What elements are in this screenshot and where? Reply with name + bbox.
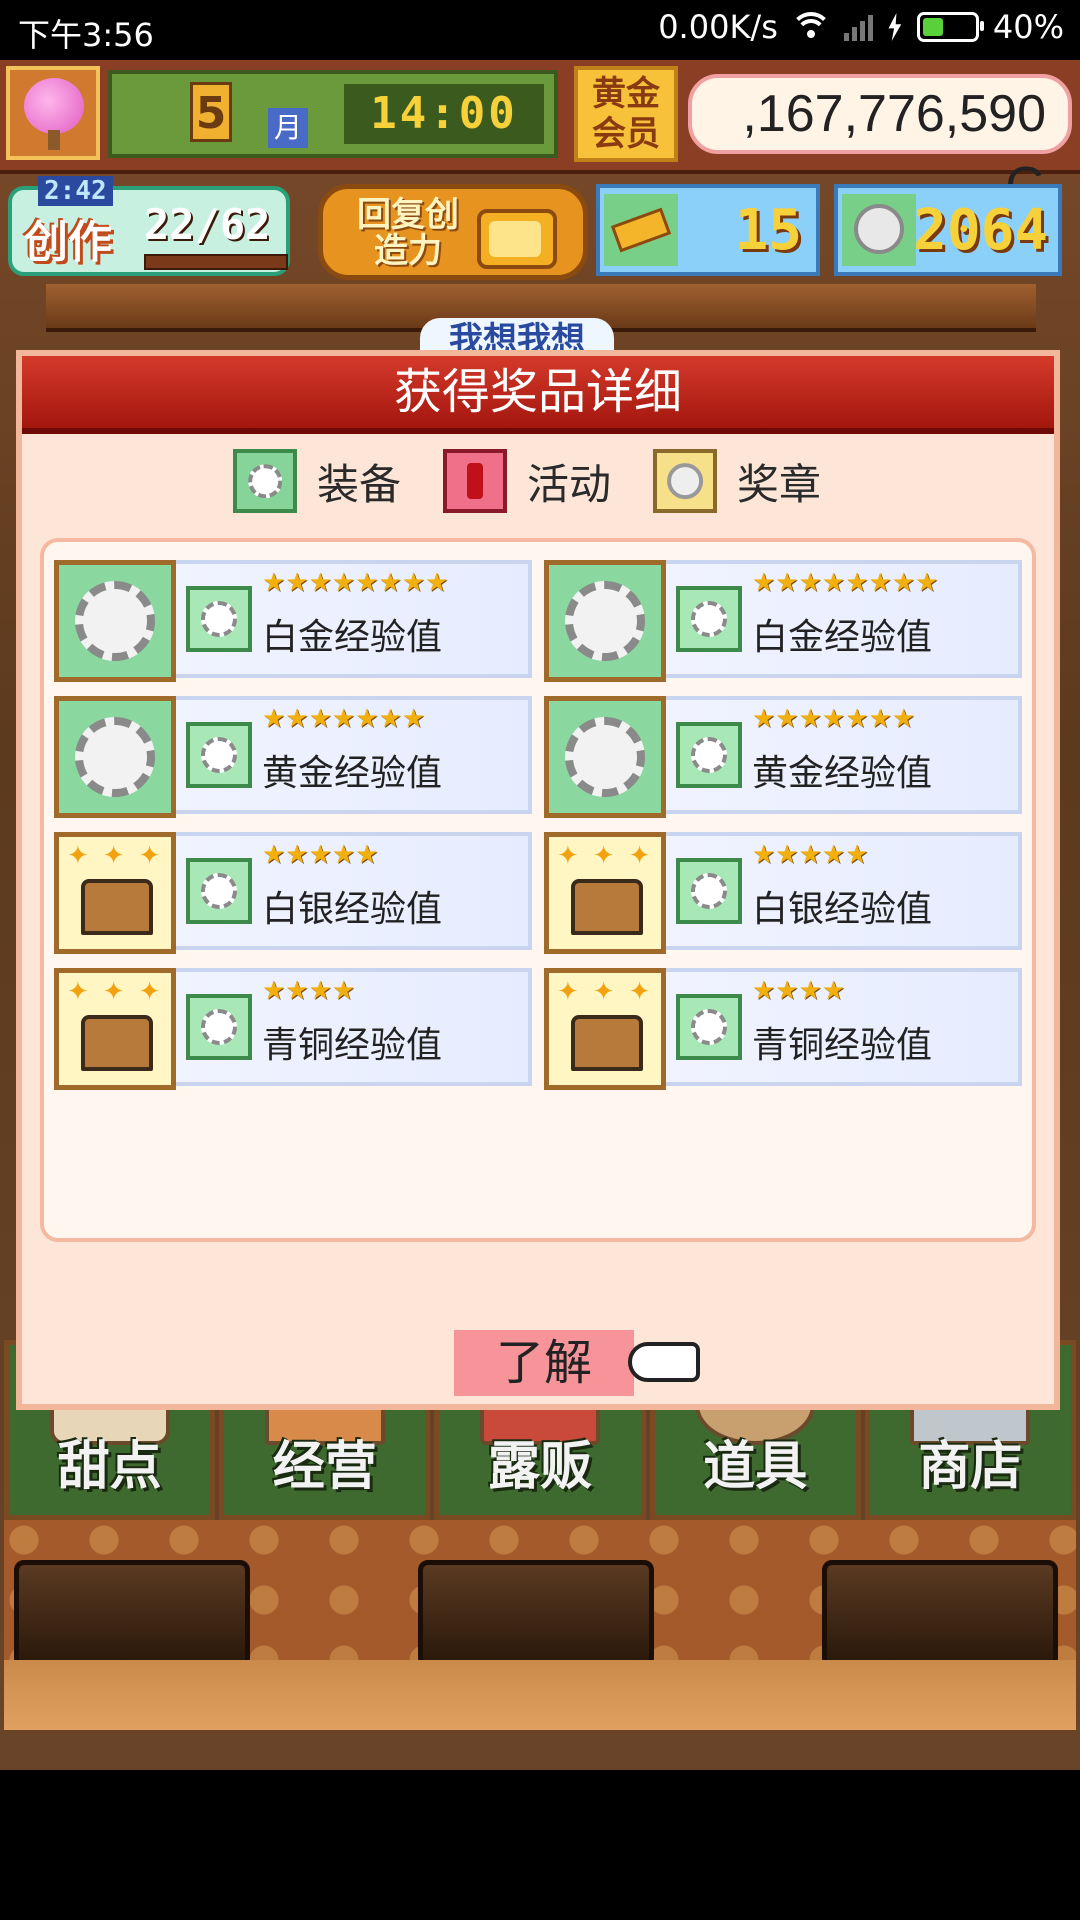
charging-icon: [888, 13, 902, 41]
create-count: 22/62: [144, 200, 271, 249]
medal-icon: [842, 194, 916, 266]
gear-icon: [186, 586, 252, 652]
gear-icon: [676, 586, 742, 652]
display-slot[interactable]: [822, 1560, 1058, 1668]
treasure-chest-icon: ✦✦✦: [54, 968, 176, 1090]
rarity-stars: ★★★★★: [752, 840, 869, 870]
list-item[interactable]: ✦✦✦ ★★★★★ 白银经验值: [544, 832, 1022, 954]
list-item[interactable]: ★★★★★★★★ 白金经验值: [544, 560, 1022, 682]
list-item[interactable]: ✦✦✦ ★★★★★ 白银经验值: [54, 832, 532, 954]
ticket-counter[interactable]: 15: [596, 184, 820, 276]
create-meter[interactable]: 2:42 创作 22/62: [8, 176, 290, 276]
rarity-stars: ★★★★★★★★: [262, 568, 449, 598]
reward-name: 白银经验值: [262, 889, 443, 930]
create-label: 创作: [24, 217, 112, 268]
gear-icon: [54, 560, 176, 682]
gear-icon: [676, 994, 742, 1060]
gear-icon: [676, 858, 742, 924]
menu-label: 经营: [272, 1437, 377, 1497]
list-item[interactable]: ✦✦✦ ★★★★ 青铜经验值: [54, 968, 532, 1090]
exclamation-icon: [442, 449, 507, 513]
gold-member-badge[interactable]: 黄金会员: [574, 66, 678, 162]
legend-label: 活动: [526, 459, 611, 509]
dialog-title: 获得奖品详细: [22, 356, 1054, 434]
battery-percent: 40%: [992, 8, 1064, 46]
month-label: 月: [268, 108, 308, 148]
create-progress-bar: [144, 254, 288, 270]
treasure-chest-icon: ✦✦✦: [54, 832, 176, 954]
restore-label: 回复创造力: [357, 195, 459, 271]
rarity-stars: ★★★★★: [262, 840, 379, 870]
legend-label: 装备: [316, 459, 401, 509]
medal-count: 2064: [913, 198, 1048, 263]
medal-counter[interactable]: 2064: [834, 184, 1062, 276]
medal-icon: [653, 449, 717, 513]
tree-trunk: [48, 130, 60, 150]
game-scene: 5 月 14:00 黄金会员 ,167,776,590 G 2:42 创作 22…: [0, 60, 1080, 1770]
battery-level: [922, 18, 943, 36]
gear-icon: [186, 722, 252, 788]
legend-label: 奖章: [737, 459, 822, 509]
create-timer: 2:42: [38, 176, 113, 206]
rarity-stars: ★★★★★★★: [262, 704, 426, 734]
menu-label: 商店: [918, 1437, 1023, 1497]
gear-icon: [544, 696, 666, 818]
restore-creativity-button[interactable]: 回复创造力: [318, 184, 588, 280]
ticket-icon: [604, 194, 678, 266]
top-hud: 5 月 14:00 黄金会员 ,167,776,590 G: [0, 60, 1080, 215]
list-item[interactable]: ✦✦✦ ★★★★ 青铜经验值: [544, 968, 1022, 1090]
treasure-chest-icon: ✦✦✦: [544, 968, 666, 1090]
reward-details-dialog: 获得奖品详细 装备 活动 奖章 ★★★★★★★★ 白金经验值 ★★★★★★★★ …: [16, 350, 1060, 1410]
avatar[interactable]: [6, 66, 100, 160]
reward-name: 黄金经验值: [262, 753, 443, 794]
list-item[interactable]: ★★★★★★★ 黄金经验值: [54, 696, 532, 818]
reward-name: 青铜经验值: [752, 1025, 933, 1066]
battery-icon: [916, 12, 984, 42]
reward-legend: 装备 活动 奖章: [22, 436, 1054, 526]
status-time: 下午3:56: [18, 16, 154, 54]
calendar: 5 月 14:00: [108, 70, 558, 158]
rarity-stars: ★★★★★★★: [752, 704, 916, 734]
treasure-chest-icon: ✦✦✦: [544, 832, 666, 954]
reward-name: 白银经验值: [752, 889, 933, 930]
money-display: ,167,776,590 G: [688, 74, 1072, 215]
gear-icon: [232, 449, 297, 513]
gear-icon: [186, 858, 252, 924]
ticket-count: 15: [734, 198, 802, 263]
rarity-stars: ★★★★: [752, 976, 846, 1006]
tree-icon: [24, 78, 84, 134]
status-bar: 下午3:56 0.00K/s 40%: [0, 0, 1080, 60]
floor: [4, 1660, 1076, 1730]
resource-bar: 2:42 创作 22/62 回复创造力 15 2064: [0, 174, 1080, 284]
pointing-hand-icon: [628, 1342, 700, 1382]
rarity-stars: ★★★★★★★★: [752, 568, 939, 598]
display-slot[interactable]: [14, 1560, 250, 1668]
display-slot[interactable]: [418, 1560, 654, 1668]
wifi-icon: [789, 12, 832, 42]
game-clock: 14:00: [344, 84, 544, 144]
net-speed: 0.00K/s: [658, 8, 778, 46]
list-item[interactable]: ★★★★★★★ 黄金经验值: [544, 696, 1022, 818]
reward-name: 白金经验值: [262, 617, 443, 658]
reward-name: 青铜经验值: [262, 1025, 443, 1066]
reward-list: ★★★★★★★★ 白金经验值 ★★★★★★★★ 白金经验值 ★★★★★★★ 黄金…: [40, 538, 1036, 1242]
gear-icon: [676, 722, 742, 788]
status-right: 0.00K/s 40%: [658, 8, 1064, 46]
gear-icon: [544, 560, 666, 682]
ok-button[interactable]: 了解: [454, 1330, 634, 1396]
list-item[interactable]: ★★★★★★★★ 白金经验值: [54, 560, 532, 682]
reward-name: 白金经验值: [752, 617, 933, 658]
signal-icon: [843, 13, 873, 41]
month-number: 5: [190, 82, 232, 142]
tv-icon: [477, 209, 557, 269]
gear-icon: [54, 696, 176, 818]
rarity-stars: ★★★★: [262, 976, 356, 1006]
menu-label: 甜点: [57, 1437, 162, 1497]
menu-label: 道具: [703, 1437, 808, 1497]
gear-icon: [186, 994, 252, 1060]
reward-name: 黄金经验值: [752, 753, 933, 794]
menu-label: 露贩: [488, 1437, 593, 1497]
